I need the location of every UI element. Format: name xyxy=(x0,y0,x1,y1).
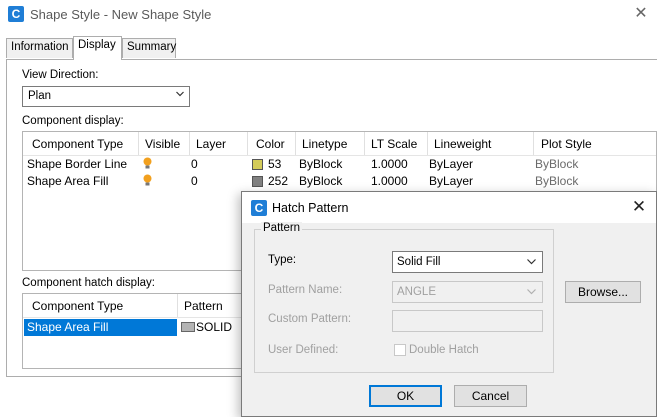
plot-style-cell: ByBlock xyxy=(535,174,579,188)
plot-style-cell: ByBlock xyxy=(535,157,579,171)
user-defined-label: User Defined: xyxy=(268,344,339,356)
column-header-plot-style[interactable]: Plot Style xyxy=(534,132,656,155)
lt-scale-cell: 1.0000 xyxy=(371,157,408,171)
column-header-lineweight[interactable]: Lineweight xyxy=(428,132,534,155)
close-icon[interactable]: ✕ xyxy=(632,5,650,23)
pattern-group-label: Pattern xyxy=(261,222,303,234)
column-header-pattern[interactable]: Pattern xyxy=(178,294,243,317)
component-type-cell: Shape Area Fill xyxy=(27,174,109,188)
lightbulb-on-icon[interactable] xyxy=(143,157,152,170)
dialog-title-bar: C Hatch Pattern ✕ xyxy=(242,192,656,223)
custom-pattern-input[interactable] xyxy=(392,310,543,332)
view-direction-value: Plan xyxy=(28,90,52,102)
column-header-lt-scale[interactable]: LT Scale xyxy=(365,132,428,155)
pattern-cell: SOLID xyxy=(196,320,233,334)
column-header-visible[interactable]: Visible xyxy=(139,132,190,155)
tab-summary[interactable]: Summary xyxy=(122,38,176,58)
app-logo-icon: C xyxy=(8,6,24,22)
column-header-component-type[interactable]: Component Type xyxy=(23,132,139,155)
window-title: Shape Style - New Shape Style xyxy=(30,7,212,22)
layer-cell: 0 xyxy=(191,174,198,188)
title-bar: C Shape Style - New Shape Style ✕ xyxy=(0,0,657,30)
close-icon[interactable]: ✕ xyxy=(630,198,648,216)
color-swatch xyxy=(252,159,263,170)
chevron-down-icon xyxy=(176,91,184,97)
dialog-title: Hatch Pattern xyxy=(272,201,349,215)
pattern-swatch xyxy=(181,322,195,332)
app-logo-icon: C xyxy=(251,200,267,216)
cancel-button[interactable]: Cancel xyxy=(454,385,527,407)
view-direction-label: View Direction: xyxy=(22,69,99,81)
chevron-down-icon xyxy=(527,289,536,295)
hatch-pattern-dialog: C Hatch Pattern ✕ Pattern Type: Solid Fi… xyxy=(241,191,657,417)
lt-scale-cell: 1.0000 xyxy=(371,174,408,188)
type-select[interactable]: Solid Fill xyxy=(392,251,543,273)
grid-header: Component Type Pattern xyxy=(23,294,243,318)
component-hatch-display-label: Component hatch display: xyxy=(22,277,155,289)
ok-button[interactable]: OK xyxy=(369,385,442,407)
chevron-down-icon xyxy=(527,259,536,265)
tab-information[interactable]: Information xyxy=(6,38,73,58)
browse-button[interactable]: Browse... xyxy=(565,281,641,303)
component-hatch-grid: Component Type Pattern Shape Area Fill S… xyxy=(22,293,244,369)
double-hatch-label: Double Hatch xyxy=(409,344,479,356)
type-label: Type: xyxy=(268,254,297,266)
component-display-label: Component display: xyxy=(22,115,124,127)
pattern-name-label: Pattern Name: xyxy=(268,284,343,296)
color-swatch xyxy=(252,176,263,187)
grid-header: Component Type Visible Layer Color Linet… xyxy=(23,132,656,156)
component-type-cell: Shape Area Fill xyxy=(24,319,177,336)
pattern-name-select[interactable]: ANGLE xyxy=(392,281,543,303)
lineweight-cell: ByLayer xyxy=(429,174,474,188)
linetype-cell: ByBlock xyxy=(299,157,343,171)
color-cell: 53 xyxy=(268,157,282,171)
layer-cell: 0 xyxy=(191,157,198,171)
column-header-linetype[interactable]: Linetype xyxy=(296,132,365,155)
double-hatch-checkbox[interactable] xyxy=(394,344,406,356)
pattern-name-value: ANGLE xyxy=(397,286,436,298)
column-header-color[interactable]: Color xyxy=(248,132,296,155)
lightbulb-on-icon[interactable] xyxy=(143,174,152,187)
column-header-layer[interactable]: Layer xyxy=(190,132,248,155)
custom-pattern-label: Custom Pattern: xyxy=(268,313,352,325)
type-value: Solid Fill xyxy=(397,256,441,268)
linetype-cell: ByBlock xyxy=(299,174,343,188)
tab-display[interactable]: Display xyxy=(73,36,122,60)
color-cell: 252 xyxy=(268,174,289,188)
lineweight-cell: ByLayer xyxy=(429,157,474,171)
column-header-component-type[interactable]: Component Type xyxy=(23,294,178,317)
view-direction-select[interactable]: Plan xyxy=(22,86,190,107)
component-type-cell: Shape Border Line xyxy=(27,157,128,171)
